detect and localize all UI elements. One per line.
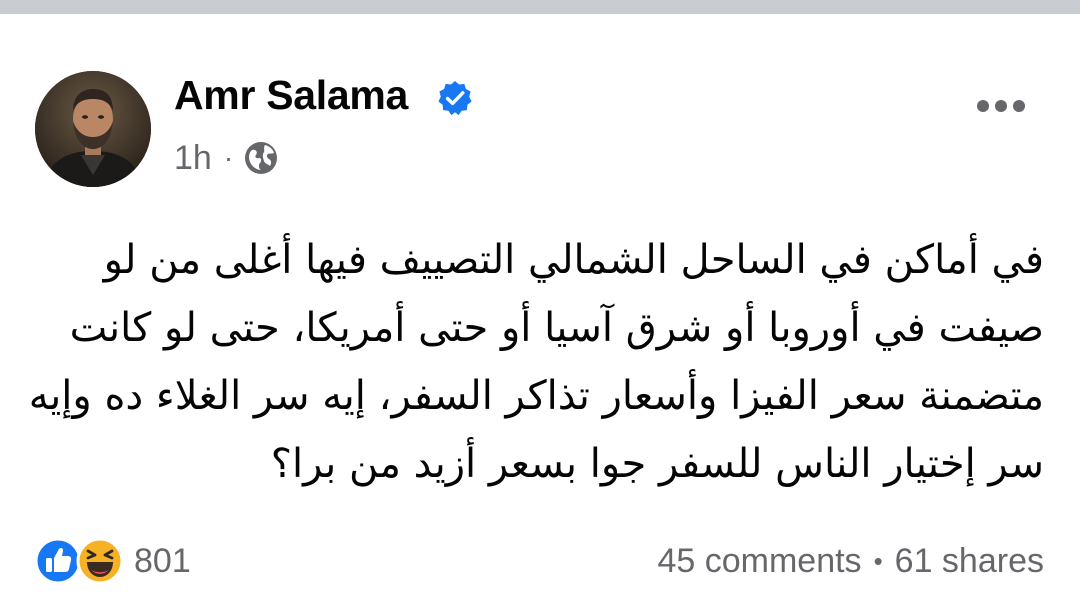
author-name[interactable]: Amr Salama: [174, 72, 408, 119]
comments-count[interactable]: 45 comments: [657, 542, 861, 581]
post-text-line: سر إختيار الناس للسفر جوا بسعر أزيد من ب…: [270, 441, 1044, 487]
post-text-line: متضمنة سعر الفيزا وأسعار تذاكر السفر، إي…: [28, 373, 1044, 419]
haha-icon: [76, 537, 124, 585]
globe-icon[interactable]: [243, 140, 279, 176]
shares-count[interactable]: 61 shares: [895, 542, 1044, 581]
like-icon: [34, 537, 82, 585]
post-body-text: في أماكن في الساحل الشمالي التصييف فيها …: [28, 226, 1044, 498]
post-timestamp[interactable]: 1h: [174, 139, 212, 178]
post-text-line: في أماكن في الساحل الشمالي التصييف فيها …: [103, 237, 1044, 283]
author-avatar[interactable]: [35, 71, 151, 187]
reactions-summary[interactable]: 801: [34, 536, 191, 586]
reaction-count: 801: [134, 541, 191, 580]
meta-separator: ·: [223, 142, 234, 173]
more-dots-icon: [977, 100, 1025, 112]
post-stats: 45 comments • 61 shares: [657, 538, 1044, 584]
more-options-button[interactable]: [968, 86, 1034, 126]
top-divider-strip: [0, 0, 1080, 14]
avatar-photo-icon: [35, 71, 151, 187]
post-text-line: صيفت في أوروبا أو شرق آسيا أو حتى أمريكا…: [69, 305, 1044, 351]
stats-separator: •: [873, 545, 883, 576]
post-meta: 1h ·: [174, 138, 279, 178]
verified-badge-icon: [438, 81, 472, 116]
